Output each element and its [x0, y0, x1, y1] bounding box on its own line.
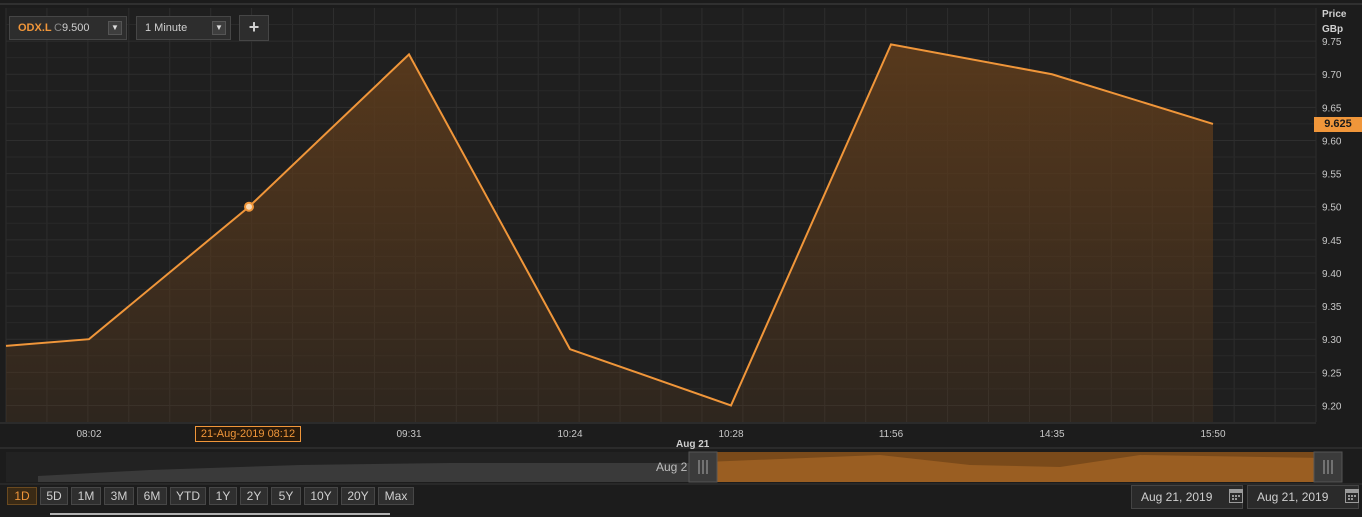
range-button-1y[interactable]: 1Y [209, 487, 237, 505]
x-tick-label: 14:35 [1039, 429, 1064, 440]
y-tick-label: 9.65 [1322, 103, 1342, 114]
symbol-selector[interactable]: ODX.L C 9.500 ▼ [9, 16, 127, 40]
range-button-5d[interactable]: 5D [40, 487, 68, 505]
navigator-left-label: Aug 2 [656, 460, 688, 474]
range-button-ytd[interactable]: YTD [170, 487, 206, 505]
calendar-icon[interactable] [1229, 489, 1243, 503]
y-axis-title-unit: GBp [1322, 24, 1344, 35]
highlight-point-marker[interactable] [244, 201, 254, 212]
range-button-max[interactable]: Max [378, 487, 414, 505]
plus-icon: + [248, 17, 260, 37]
x-tick-label: 10:28 [718, 429, 743, 440]
chevron-down-icon[interactable]: ▼ [212, 21, 226, 35]
close-value: 9.500 [62, 22, 90, 34]
calendar-icon[interactable] [1345, 489, 1359, 503]
chart-root: 9.20 9.25 9.30 9.35 9.40 9.45 9.50 9.55 9.60 9.65… [0, 0, 1362, 517]
y-tick-label: 9.25 [1322, 368, 1342, 379]
range-button-2y[interactable]: 2Y [240, 487, 268, 505]
navigator-day-label: Aug 21 [676, 439, 710, 450]
range-button-20y[interactable]: 20Y [341, 487, 375, 505]
y-tick-label: 9.50 [1322, 203, 1342, 214]
interval-selector[interactable]: 1 Minute ▼ [136, 16, 231, 40]
y-tick-label: 9.35 [1322, 302, 1342, 313]
x-tick-label: 10:24 [557, 429, 582, 440]
crosshair-date-text: 21-Aug-2019 08:12 [200, 428, 296, 440]
y-tick-label: 9.75 [1322, 37, 1342, 48]
x-tick-label: 11:56 [879, 429, 904, 440]
range-button-1d[interactable]: 1D [7, 487, 37, 505]
x-tick-label: 08:02 [76, 429, 101, 440]
close-prefix: C [54, 22, 62, 34]
interval-label: 1 Minute [145, 22, 188, 34]
current-price-tag: 9.625 [1314, 116, 1362, 132]
y-axis-title-price: Price [1322, 9, 1347, 20]
range-button-5y[interactable]: 5Y [271, 487, 301, 505]
chevron-down-icon[interactable]: ▼ [108, 21, 122, 35]
date-from-value: Aug 21, 2019 [1141, 490, 1213, 504]
range-button-3m[interactable]: 3M [104, 487, 134, 505]
y-tick-label: 9.20 [1322, 401, 1342, 412]
x-tick-label: 09:31 [396, 429, 421, 440]
range-button-6m[interactable]: 6M [137, 487, 167, 505]
range-button-1m[interactable]: 1M [71, 487, 101, 505]
crosshair-date-label: 21-Aug-2019 08:12 [195, 426, 301, 442]
date-to-value: Aug 21, 2019 [1257, 490, 1329, 504]
y-tick-label: 9.55 [1322, 170, 1342, 181]
y-tick-label: 9.40 [1322, 269, 1342, 280]
y-tick-label: 9.45 [1322, 236, 1342, 247]
y-tick-label: 9.30 [1322, 335, 1342, 346]
current-price-value: 9.625 [1324, 117, 1352, 130]
date-from-field[interactable]: Aug 21, 2019 [1131, 485, 1243, 509]
y-tick-label: 9.70 [1322, 70, 1342, 81]
date-to-field[interactable]: Aug 21, 2019 [1247, 485, 1359, 509]
symbol-label: ODX.L [18, 22, 52, 34]
x-tick-label: 15:50 [1200, 429, 1225, 440]
range-button-10y[interactable]: 10Y [304, 487, 338, 505]
y-tick-label: 9.60 [1322, 136, 1342, 147]
add-button[interactable]: + [239, 15, 269, 41]
